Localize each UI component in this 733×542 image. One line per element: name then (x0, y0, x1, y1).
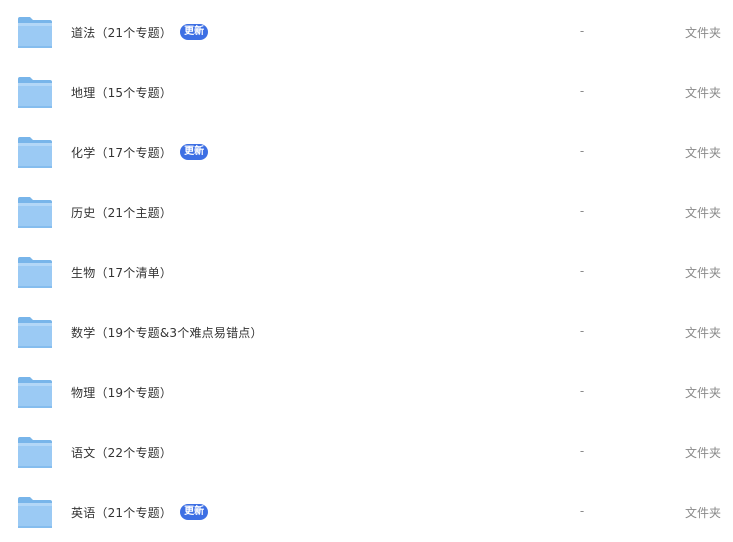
file-size: - (579, 444, 585, 458)
file-row[interactable]: 生物（17个清单） - 文件夹 (0, 241, 733, 301)
file-name-group: 地理（15个专题） (71, 83, 172, 101)
file-row[interactable]: 物理（19个专题） - 文件夹 (0, 361, 733, 421)
folder-icon (17, 375, 53, 409)
file-type: 文件夹 (684, 26, 721, 40)
file-row[interactable]: 数学（19个专题&3个难点易错点） - 文件夹 (0, 301, 733, 361)
file-name[interactable]: 语文（22个专题） (71, 444, 172, 461)
file-name[interactable]: 英语（21个专题） (71, 504, 172, 521)
file-type: 文件夹 (684, 326, 721, 340)
file-row[interactable]: 道法（21个专题） 更新 - 文件夹 (0, 1, 733, 61)
file-name-group: 道法（21个专题） 更新 (71, 23, 209, 41)
file-name-group: 物理（19个专题） (71, 383, 172, 401)
update-badge: 更新 (180, 504, 209, 520)
file-size: - (579, 504, 585, 518)
file-name[interactable]: 历史（21个主题） (71, 204, 172, 221)
file-row[interactable]: 历史（21个主题） - 文件夹 (0, 181, 733, 241)
file-size: - (579, 24, 585, 38)
file-size: - (579, 384, 585, 398)
file-row[interactable]: 地理（15个专题） - 文件夹 (0, 61, 733, 121)
update-badge: 更新 (180, 144, 209, 160)
file-type: 文件夹 (684, 506, 721, 520)
file-name-group: 历史（21个主题） (71, 203, 172, 221)
file-name-group: 数学（19个专题&3个难点易错点） (71, 323, 263, 341)
file-name-group: 语文（22个专题） (71, 443, 172, 461)
file-type: 文件夹 (684, 146, 721, 160)
file-type: 文件夹 (684, 206, 721, 220)
file-name-group: 生物（17个清单） (71, 263, 172, 281)
file-size: - (579, 84, 585, 98)
file-name[interactable]: 生物（17个清单） (71, 264, 172, 281)
file-size: - (579, 264, 585, 278)
file-name[interactable]: 地理（15个专题） (71, 84, 172, 101)
file-type: 文件夹 (684, 386, 721, 400)
file-name[interactable]: 道法（21个专题） (71, 24, 172, 41)
update-badge: 更新 (180, 24, 209, 40)
folder-icon (17, 135, 53, 169)
folder-icon (17, 435, 53, 469)
file-size: - (579, 144, 585, 158)
file-name[interactable]: 化学（17个专题） (71, 144, 172, 161)
file-name-group: 英语（21个专题） 更新 (71, 503, 209, 521)
folder-icon (17, 15, 53, 49)
file-size: - (579, 324, 585, 338)
file-row[interactable]: 语文（22个专题） - 文件夹 (0, 421, 733, 481)
file-type: 文件夹 (684, 446, 721, 460)
folder-icon (17, 315, 53, 349)
file-row[interactable]: 英语（21个专题） 更新 - 文件夹 (0, 481, 733, 541)
file-row[interactable]: 化学（17个专题） 更新 - 文件夹 (0, 121, 733, 181)
file-name[interactable]: 数学（19个专题&3个难点易错点） (71, 324, 263, 341)
file-list: 道法（21个专题） 更新 - 文件夹 地理（15个专题） - 文件夹 化学（17个专题） 更新 -… (0, 0, 733, 542)
folder-icon (17, 255, 53, 289)
folder-icon (17, 195, 53, 229)
file-type: 文件夹 (684, 266, 721, 280)
folder-icon (17, 75, 53, 109)
folder-icon (17, 495, 53, 529)
file-name[interactable]: 物理（19个专题） (71, 384, 172, 401)
file-name-group: 化学（17个专题） 更新 (71, 143, 209, 161)
file-size: - (579, 204, 585, 218)
file-type: 文件夹 (684, 86, 721, 100)
